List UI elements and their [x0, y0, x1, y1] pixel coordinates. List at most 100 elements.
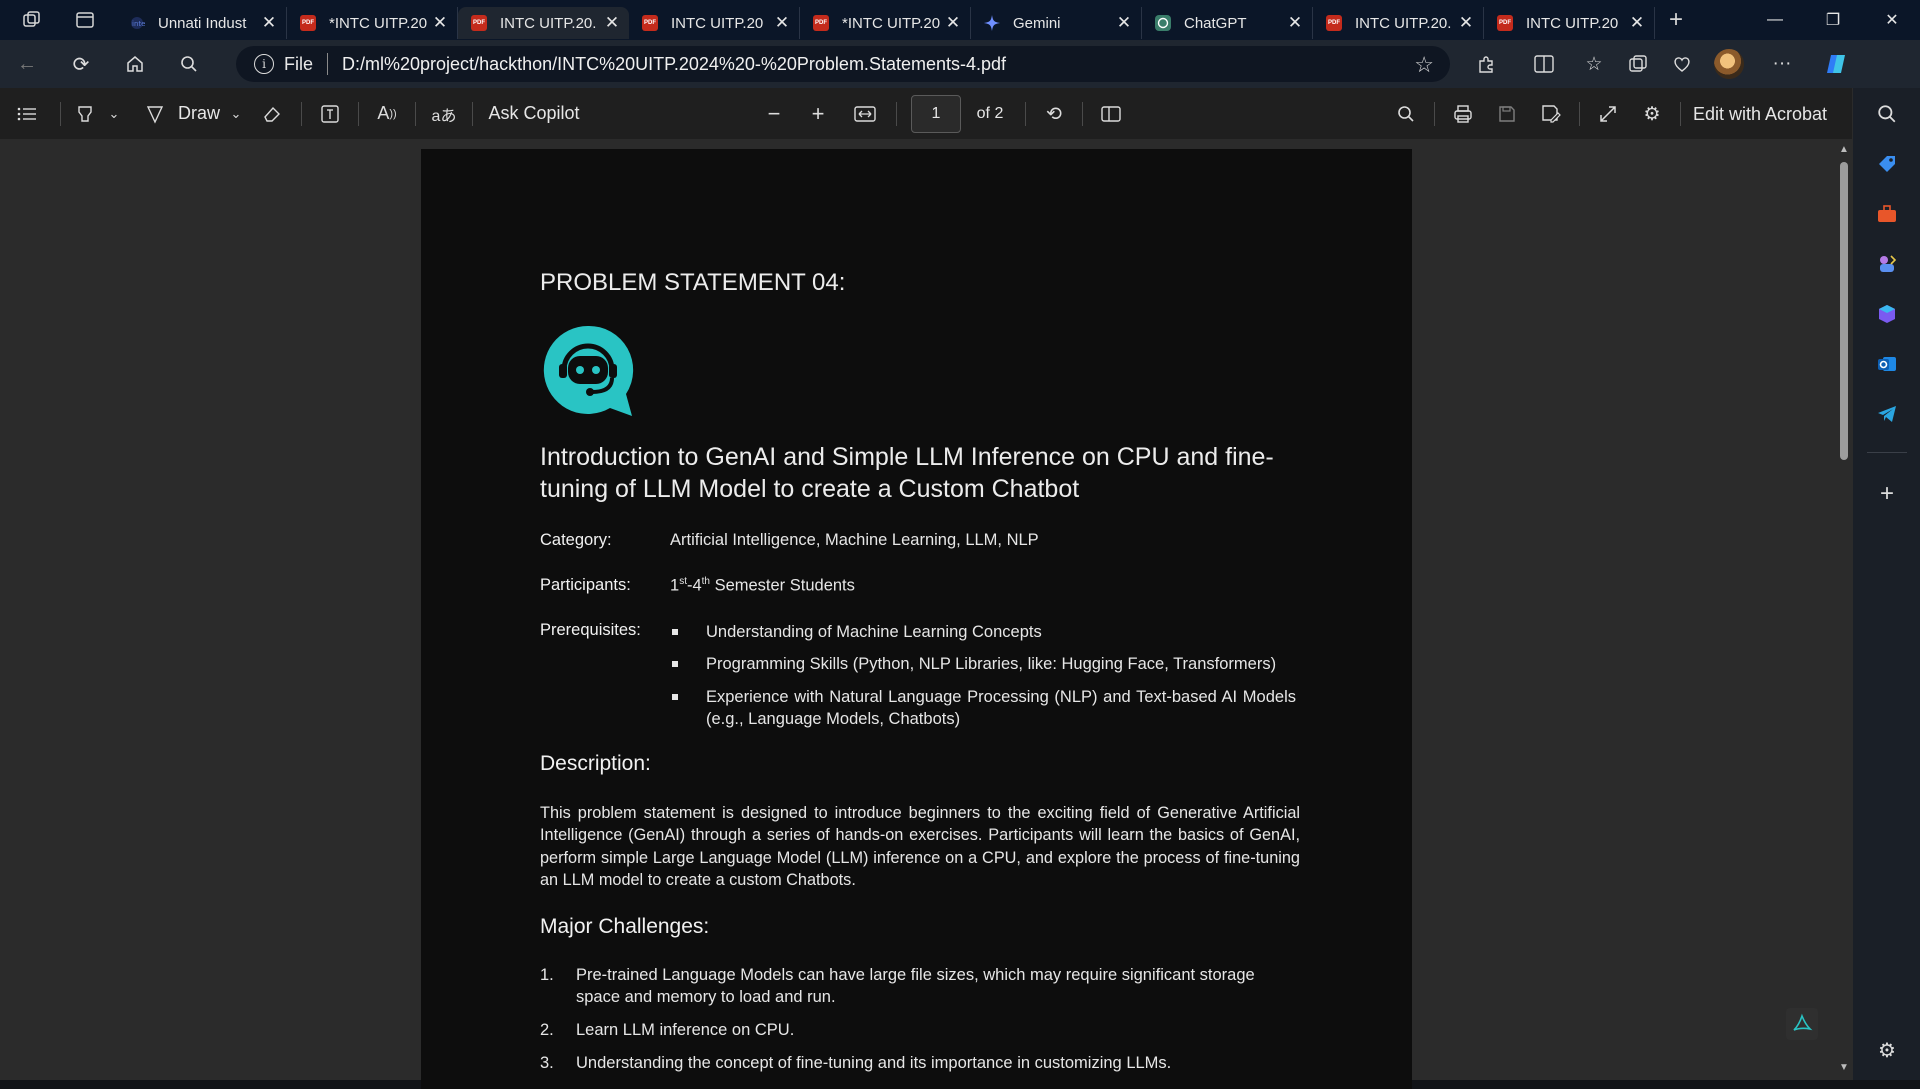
challenges-heading: Major Challenges: [540, 915, 710, 938]
save-as-icon[interactable] [1529, 88, 1573, 140]
scroll-down-icon[interactable]: ▼ [1839, 1062, 1849, 1073]
copilot-icon[interactable] [1816, 40, 1860, 88]
tab-pdf-8[interactable]: PDF INTC UITP.20 ✕ [1484, 7, 1655, 39]
shopping-tag-icon[interactable] [1853, 144, 1920, 184]
text-box-icon[interactable] [308, 88, 352, 140]
new-tab-button[interactable]: + [1655, 0, 1697, 40]
restore-button[interactable]: ❐ [1805, 0, 1861, 40]
problem-statement-heading: PROBLEM STATEMENT 04: [540, 269, 846, 296]
contents-icon[interactable] [0, 88, 54, 140]
tab-label: Unnati Indust [158, 14, 247, 32]
tab-pdf-4[interactable]: PDF *INTC UITP.20 ✕ [800, 7, 971, 39]
page-number-input[interactable]: 1 [911, 95, 961, 133]
info-icon[interactable]: i [254, 54, 274, 74]
zoom-out-icon[interactable]: − [752, 88, 796, 140]
page-view-icon[interactable] [1089, 88, 1133, 140]
tab-pdf-7[interactable]: PDF INTC UITP.20. ✕ [1313, 7, 1484, 39]
search-icon[interactable] [162, 40, 216, 88]
close-icon[interactable]: ✕ [944, 13, 962, 33]
url-text[interactable]: D:/ml%20project/hackthon/INTC%20UITP.202… [342, 54, 1006, 75]
divider [1579, 102, 1580, 126]
collections-icon[interactable] [1616, 40, 1660, 88]
fullscreen-icon[interactable] [1586, 88, 1630, 140]
tab-chatgpt[interactable]: ChatGPT ✕ [1142, 7, 1313, 39]
vertical-tabs-icon[interactable] [64, 0, 106, 40]
divider [327, 53, 329, 75]
acrobat-icon[interactable] [1786, 1008, 1818, 1040]
bullet-icon [672, 661, 678, 667]
tab-pdf-active[interactable]: PDF INTC UITP.20. ✕ [458, 7, 629, 39]
eraser-icon[interactable] [249, 88, 295, 140]
highlight-icon[interactable] [67, 88, 103, 140]
close-icon[interactable]: ✕ [1628, 13, 1646, 33]
divider [1082, 102, 1083, 126]
telegram-icon[interactable] [1853, 394, 1920, 434]
close-icon[interactable]: ✕ [1115, 13, 1133, 33]
back-icon[interactable]: ← [0, 40, 54, 88]
read-aloud-icon[interactable]: A)) [365, 88, 409, 140]
close-icon[interactable]: ✕ [603, 13, 621, 33]
print-icon[interactable] [1441, 88, 1485, 140]
chevron-down-icon[interactable]: ⌄ [103, 88, 125, 140]
close-icon[interactable]: ✕ [260, 13, 278, 33]
tab-gemini[interactable]: Gemini ✕ [971, 7, 1142, 39]
close-icon[interactable]: ✕ [773, 13, 791, 33]
scrollbar-thumb[interactable] [1840, 162, 1848, 460]
tab-pdf-3[interactable]: PDF INTC UITP.20 ✕ [629, 7, 800, 39]
close-window-button[interactable]: ✕ [1864, 0, 1920, 40]
draw-label[interactable]: Draw [175, 88, 223, 140]
divider [1025, 102, 1026, 126]
document-title: Introduction to GenAI and Simple LLM Inf… [540, 443, 1274, 503]
refresh-icon[interactable]: ⟳ [54, 40, 108, 88]
m365-icon[interactable] [1853, 294, 1920, 334]
bullet-icon [672, 694, 678, 700]
find-icon[interactable] [1384, 88, 1428, 140]
scroll-up-icon[interactable]: ▲ [1839, 144, 1849, 155]
zoom-in-icon[interactable]: + [796, 88, 840, 140]
document-viewport[interactable]: PROBLEM STATEMENT 04: Introduction to Ge… [0, 140, 1852, 1089]
more-options-icon[interactable]: ··· [1760, 40, 1804, 88]
home-icon[interactable] [108, 40, 162, 88]
games-icon[interactable] [1853, 244, 1920, 284]
profile-avatar[interactable] [1704, 40, 1754, 88]
tools-briefcase-icon[interactable] [1853, 194, 1920, 234]
tab-bar: intel Unnati Indust ✕ PDF *INTC UITP.20 … [0, 0, 1920, 40]
translate-icon[interactable]: aあ [422, 88, 466, 140]
fit-width-icon[interactable] [840, 88, 890, 140]
vertical-scrollbar[interactable]: ▲ ▼ [1836, 140, 1852, 1080]
close-icon[interactable]: ✕ [431, 13, 449, 33]
sidebar-search-icon[interactable] [1853, 94, 1920, 134]
tab-pdf-1[interactable]: PDF *INTC UITP.20 ✕ [287, 7, 458, 39]
pdf-page: PROBLEM STATEMENT 04: Introduction to Ge… [421, 149, 1412, 1089]
browser-essentials-icon[interactable] [1660, 40, 1704, 88]
pdf-icon: PDF [812, 14, 830, 32]
sidebar-settings-icon[interactable]: ⚙ [1853, 1030, 1920, 1070]
close-icon[interactable]: ✕ [1286, 13, 1304, 33]
tab-unnati[interactable]: intel Unnati Indust ✕ [116, 7, 287, 39]
address-bar[interactable]: i File D:/ml%20project/hackthon/INTC%20U… [236, 46, 1450, 82]
svg-text:intel: intel [132, 20, 145, 28]
minimize-button[interactable]: — [1747, 0, 1803, 40]
tab-label: *INTC UITP.20 [329, 14, 428, 32]
add-sidebar-app-icon[interactable]: + [1853, 474, 1920, 514]
pdf-icon: PDF [1496, 14, 1514, 32]
settings-icon[interactable]: ⚙ [1630, 88, 1674, 140]
favorites-icon[interactable]: ☆ [1572, 40, 1616, 88]
close-icon[interactable]: ✕ [1457, 13, 1475, 33]
ask-copilot-button[interactable]: Ask Copilot [479, 88, 589, 140]
participants-value: 1st-4th Semester Students [670, 576, 855, 595]
divider [1680, 102, 1681, 126]
chevron-down-icon[interactable]: ⌄ [223, 88, 249, 140]
outlook-icon[interactable] [1853, 344, 1920, 384]
rotate-icon[interactable]: ⟲ [1032, 88, 1076, 140]
save-icon[interactable] [1485, 88, 1529, 140]
extensions-icon[interactable] [1464, 40, 1508, 88]
split-screen-icon[interactable] [1522, 40, 1566, 88]
draw-icon[interactable] [135, 88, 175, 140]
chatbot-icon [543, 325, 634, 416]
gemini-icon [983, 14, 1001, 32]
favorite-star-icon[interactable]: ☆ [1414, 52, 1434, 78]
pdf-icon: PDF [299, 14, 317, 32]
edit-with-acrobat-button[interactable]: Edit with Acrobat [1687, 88, 1833, 140]
workspaces-icon[interactable] [0, 0, 64, 40]
